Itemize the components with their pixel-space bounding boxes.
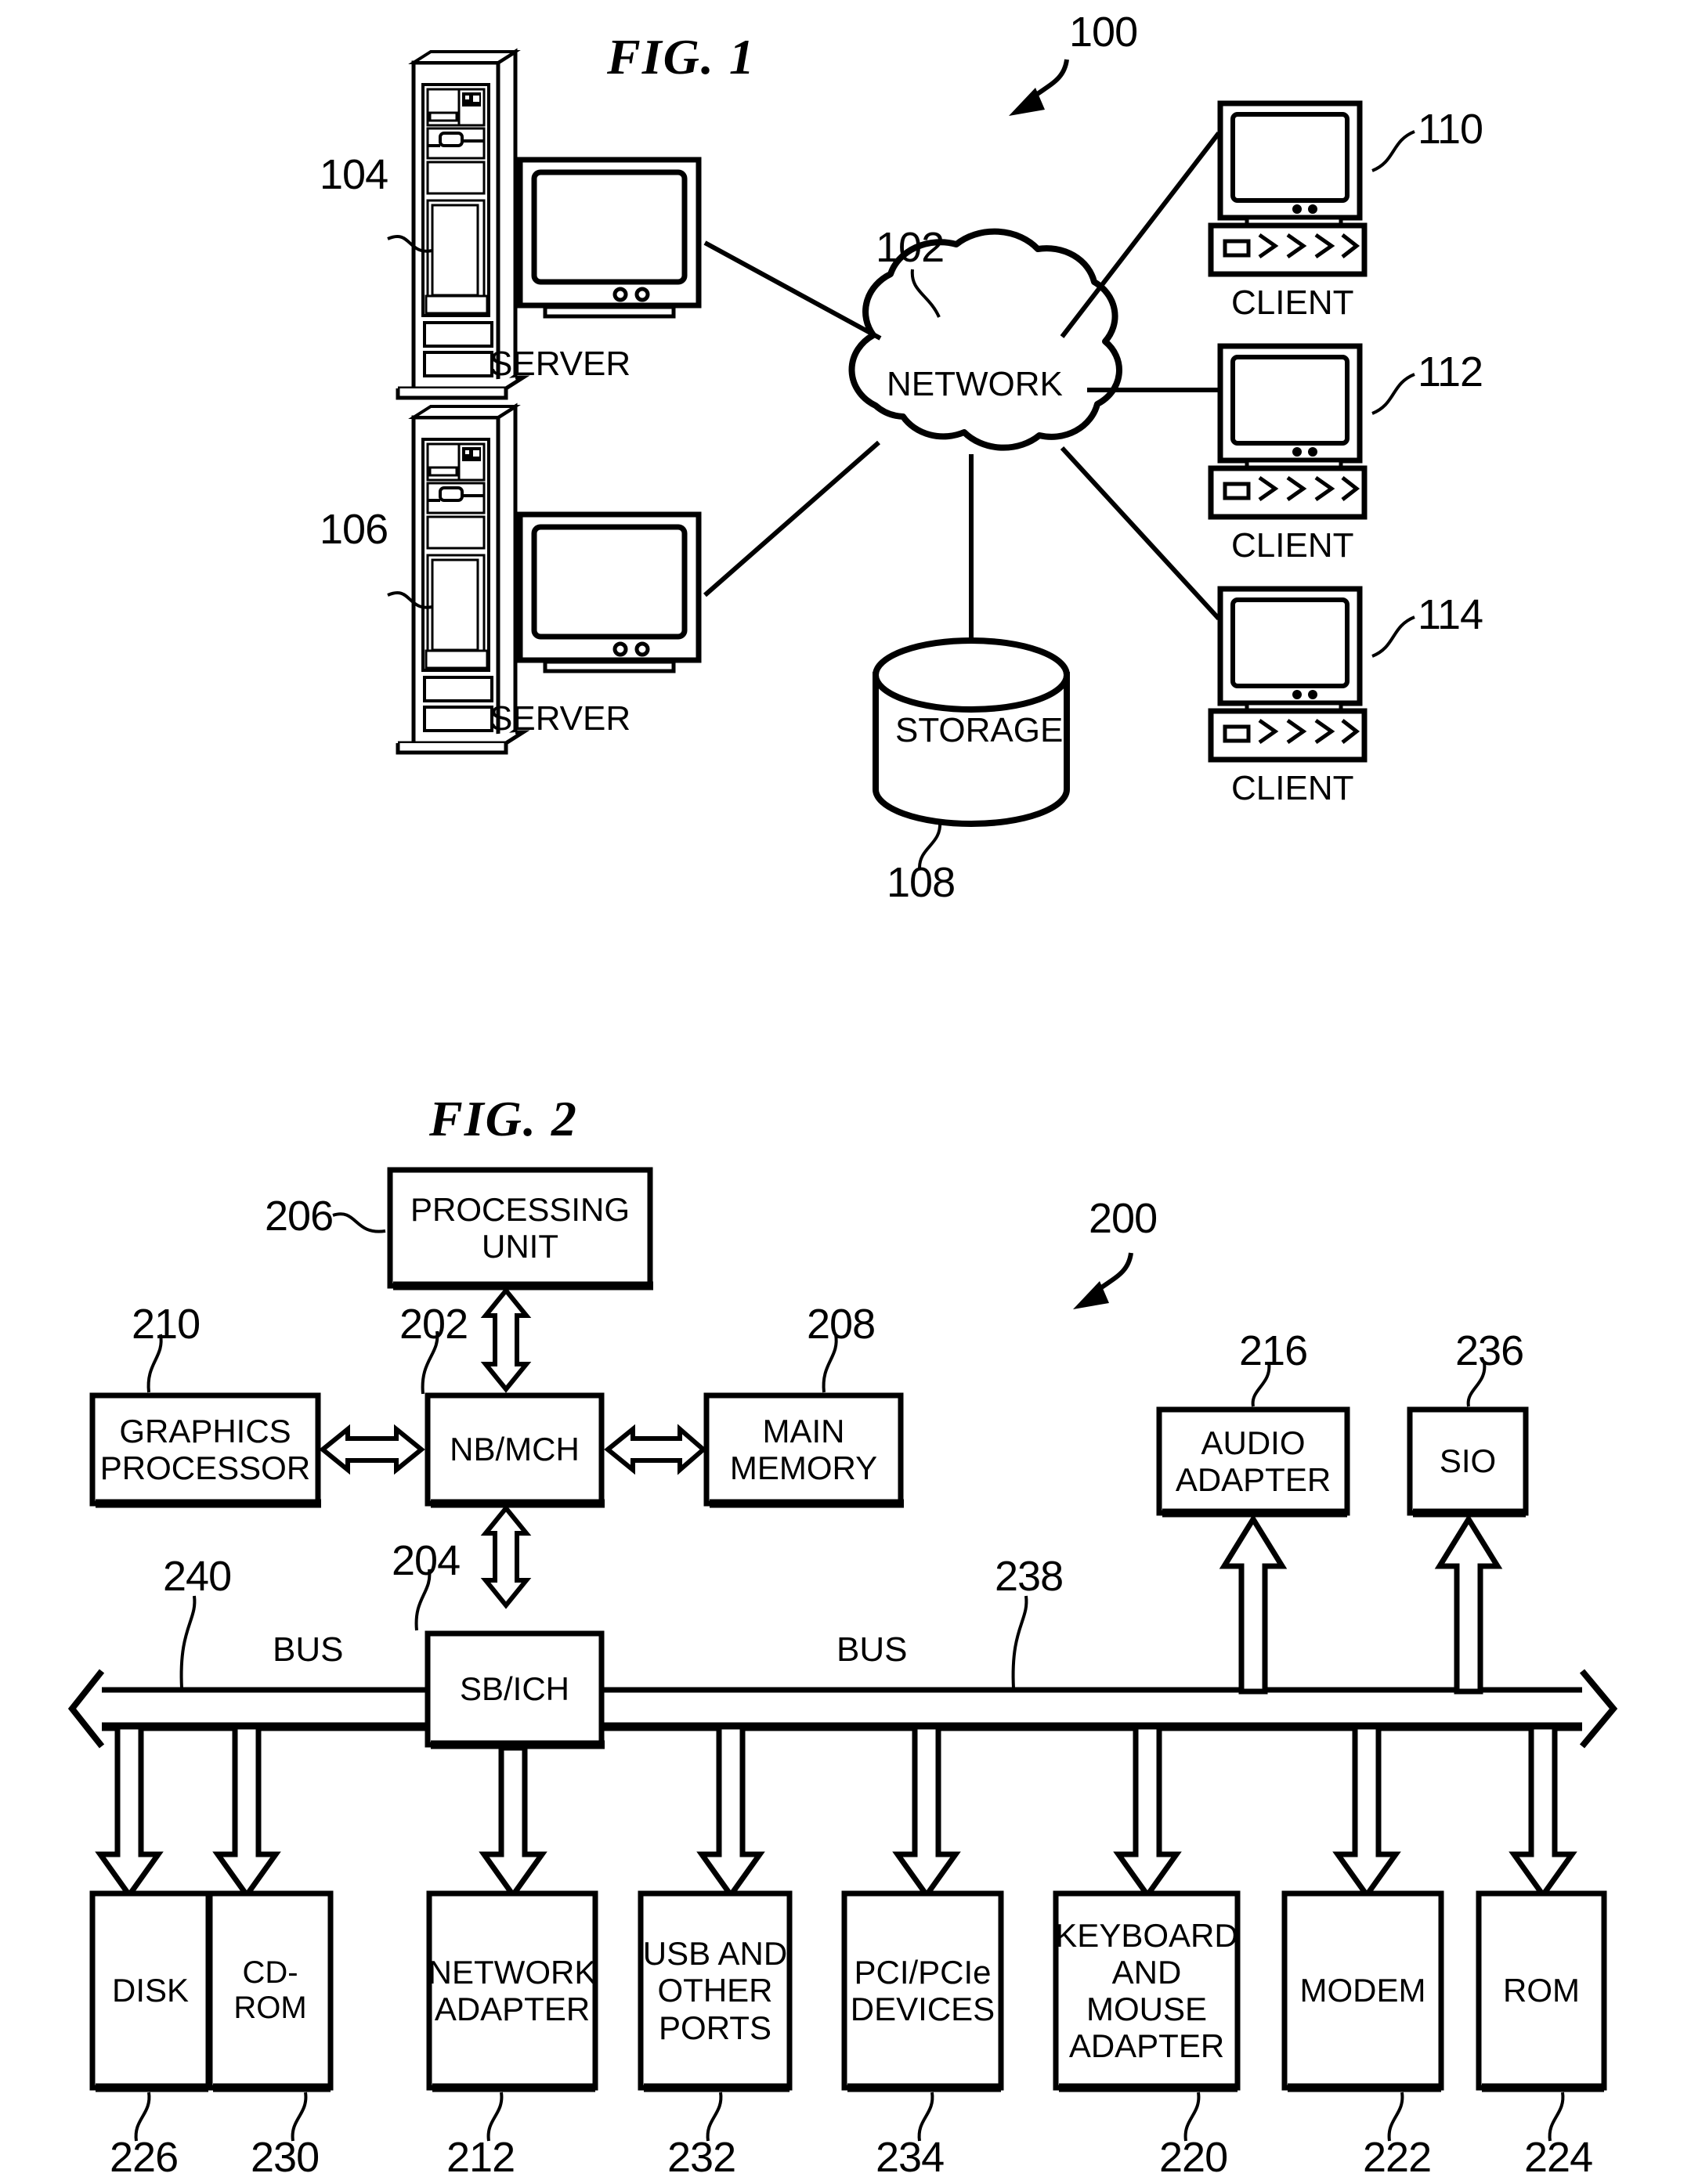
sbich-box (425, 1630, 605, 1748)
client-2-label: CLIENT (1231, 526, 1354, 565)
graphics-processor-ref: 210 (132, 1301, 201, 1348)
sbich-ref: 204 (392, 1537, 461, 1584)
network-label: NETWORK (887, 365, 1063, 403)
sio-box (1407, 1406, 1529, 1516)
nbmch-mm-arrow (604, 1424, 707, 1475)
client-2-ref: 112 (1418, 348, 1483, 395)
pci-devices-ref: 234 (876, 2134, 945, 2181)
nbmch-ref: 202 (399, 1301, 468, 1348)
bus-right-ref: 238 (995, 1553, 1064, 1600)
device-boxes (89, 1890, 1607, 2092)
patent-drawing-sheet: FIG. 1 100 104 SERVER 106 SERVER 102 NET… (0, 0, 1691, 2184)
gp-nbmch-arrow (319, 1424, 425, 1475)
pu-nbmch-arrow (480, 1287, 532, 1393)
fig2-system-ref: 200 (1089, 1195, 1158, 1242)
modem-ref: 222 (1363, 2134, 1432, 2181)
bottom-ref-leaders (134, 2092, 1565, 2142)
server-bottom-ref: 106 (320, 506, 388, 553)
client-1-label: CLIENT (1231, 283, 1354, 322)
bus-left-ref: 240 (163, 1553, 232, 1600)
client-3-ref: 114 (1418, 591, 1483, 638)
main-memory-box (703, 1392, 904, 1507)
processing-unit-box (387, 1167, 653, 1289)
processing-unit-ref: 206 (265, 1193, 334, 1240)
fig2-title: FIG. 2 (429, 1091, 578, 1146)
disk-ref: 226 (110, 2134, 179, 2181)
server-top-ref: 104 (320, 151, 388, 198)
client-1-ref: 110 (1418, 106, 1483, 153)
fig2-system-pointer (1073, 1252, 1133, 1309)
bus-right-label: BUS (836, 1630, 908, 1669)
bus-left-label: BUS (273, 1630, 344, 1669)
server-bottom-label: SERVER (490, 699, 631, 738)
audio-adapter-box (1156, 1406, 1350, 1516)
fig1-system-ref: 100 (1069, 9, 1138, 56)
nbmch-box (425, 1392, 605, 1507)
client-3-label: CLIENT (1231, 769, 1354, 807)
usb-ports-ref: 232 (667, 2134, 736, 2181)
keyboard-mouse-ref: 220 (1159, 2134, 1228, 2181)
audio-adapter-ref: 216 (1239, 1327, 1308, 1374)
main-memory-ref: 208 (807, 1301, 876, 1348)
graphics-processor-box (89, 1392, 321, 1507)
server-top-label: SERVER (490, 345, 631, 383)
fig1-title: FIG. 1 (607, 29, 756, 85)
network-adapter-ref: 212 (446, 2134, 515, 2181)
nbmch-sbich-arrow (480, 1504, 532, 1609)
drawing-vector-layer (67, 0, 1618, 2142)
bus-drop-arrows (95, 1724, 1577, 1901)
bus-up-arrows (1219, 1514, 1503, 1695)
storage-label: STORAGE (895, 711, 1064, 749)
cdrom-ref: 230 (251, 2134, 320, 2181)
sio-ref: 236 (1455, 1327, 1524, 1374)
network-ref: 102 (876, 224, 945, 271)
fig1-system-pointer (1009, 59, 1069, 116)
storage-ref: 108 (887, 859, 956, 906)
rom-ref: 224 (1524, 2134, 1593, 2181)
